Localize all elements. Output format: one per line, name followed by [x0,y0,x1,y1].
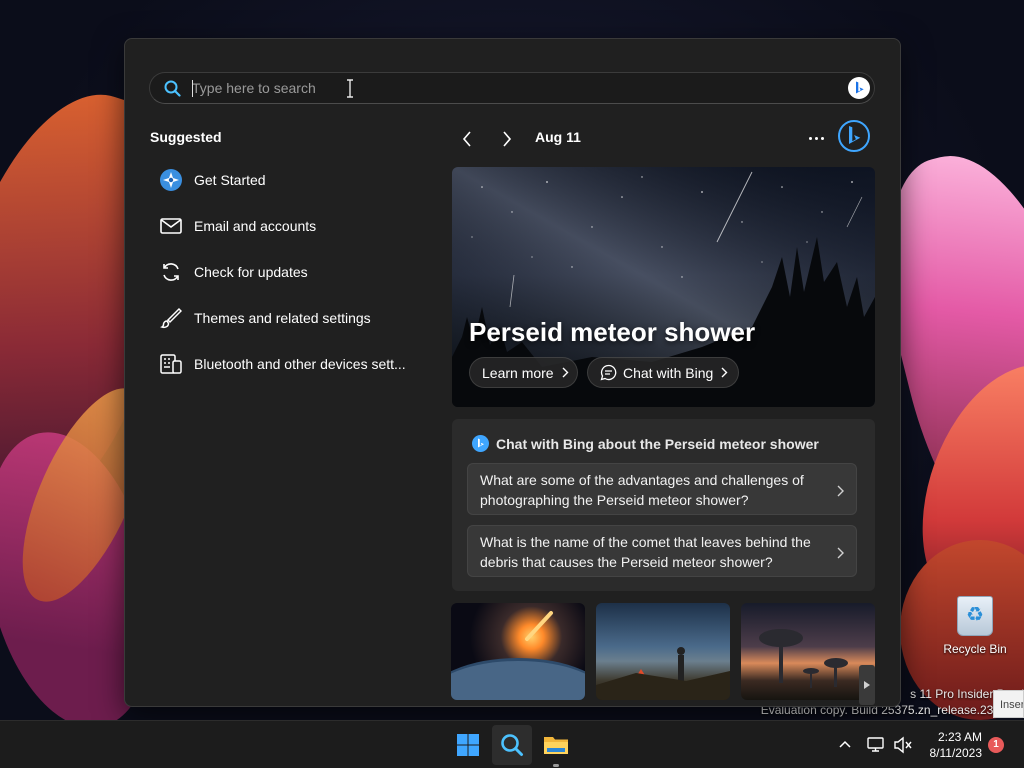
folder-icon [544,737,568,754]
clock-time: 2:23 AM [937,730,982,744]
search-flyout: Suggested Get Started Email and accounts [124,38,901,707]
suggested-item-bluetooth-devices[interactable]: Bluetooth and other devices sett... [149,341,421,387]
more-dot [814,136,818,140]
bing-chat-card: Chat with Bing about the Perseid meteor … [452,419,875,591]
suggested-item-label: Check for updates [194,264,308,280]
suggested-item-themes[interactable]: Themes and related settings [149,295,421,341]
taskbar-search-button[interactable] [492,725,532,765]
meteor-earth-image[interactable] [451,603,585,700]
suggested-item-label: Email and accounts [194,218,317,234]
learn-more-button[interactable]: Learn more [469,357,578,388]
network-icon[interactable] [866,735,886,755]
suggested-item-email-accounts[interactable]: Email and accounts [149,203,421,249]
suggested-item-check-updates[interactable]: Check for updates [149,249,421,295]
question-text: What are some of the advantages and chal… [480,472,804,508]
windows-logo-icon [457,734,479,756]
chat-with-bing-button[interactable]: Chat with Bing [587,357,739,388]
search-icon [501,734,523,756]
chat-card-title-text: Chat with Bing about the Perseid meteor … [496,435,819,452]
notification-badge[interactable]: 1 [988,737,1004,753]
suggested-item-label: Bluetooth and other devices sett... [194,356,406,372]
recycle-bin-icon [957,596,993,636]
previous-day-button[interactable] [454,127,480,151]
bing-icon[interactable] [848,77,870,99]
search-input[interactable] [192,73,812,103]
related-images-strip [451,603,875,703]
clock[interactable]: 2:23 AM 8/11/2023 [918,729,983,761]
suggested-item-label: Get Started [194,172,266,188]
suggested-list: Get Started Email and accounts Check for… [149,157,421,387]
bing-icon [472,435,489,452]
suggested-item-get-started[interactable]: Get Started [149,157,421,203]
recycle-bin-shortcut[interactable]: Recycle Bin [940,596,1010,656]
brush-icon [159,306,183,330]
running-indicator [553,764,559,767]
taskbar: 2:23 AM 8/11/2023 1 [0,720,1024,768]
more-dot [820,136,824,140]
chat-bubble-icon [600,364,617,381]
bing-chat-icon[interactable] [837,119,871,153]
chevron-right-icon [837,544,844,564]
learn-more-label: Learn more [482,364,554,381]
clock-date: 8/11/2023 [929,746,983,760]
search-box[interactable] [149,72,875,104]
chat-with-bing-label: Chat with Bing [623,364,714,381]
file-explorer-button[interactable] [536,725,576,765]
scroll-right-button[interactable] [859,665,875,705]
more-options-button[interactable] [803,127,829,149]
hero-title: Perseid meteor shower [469,317,756,347]
suggested-heading: Suggested [150,129,222,145]
chevron-right-icon [721,367,728,378]
chevron-left-icon [462,131,471,147]
refresh-icon [159,260,183,284]
mail-icon [159,214,183,238]
next-day-button[interactable] [494,127,520,151]
question-text: What is the name of the comet that leave… [480,534,811,570]
tooltip: Inser [993,690,1024,718]
chevron-right-icon [562,367,569,378]
text-caret [192,80,193,97]
bing-question-button[interactable]: What is the name of the comet that leave… [467,525,857,577]
highlight-hero-card[interactable]: Perseid meteor shower Learn more Chat wi… [452,167,875,407]
get-started-icon [159,168,183,192]
recycle-bin-label: Recycle Bin [943,642,1007,656]
bing-question-button[interactable]: What are some of the advantages and chal… [467,463,857,515]
suggested-item-label: Themes and related settings [194,310,371,326]
radio-telescopes-image[interactable] [741,603,875,700]
caret-right-icon [864,681,870,689]
chat-card-title: Chat with Bing about the Perseid meteor … [472,435,819,452]
chevron-right-icon [503,131,512,147]
chevron-right-icon [837,482,844,502]
chevron-up-icon [839,740,851,748]
devices-icon [159,352,183,376]
show-hidden-icons-button[interactable] [836,735,854,753]
search-icon [164,80,181,97]
more-dot [808,136,812,140]
camping-night-image[interactable] [596,603,730,700]
highlights-date: Aug 11 [535,129,581,145]
start-button[interactable] [448,725,488,765]
ibeam-cursor-icon [347,79,353,98]
volume-muted-icon[interactable] [893,735,913,755]
